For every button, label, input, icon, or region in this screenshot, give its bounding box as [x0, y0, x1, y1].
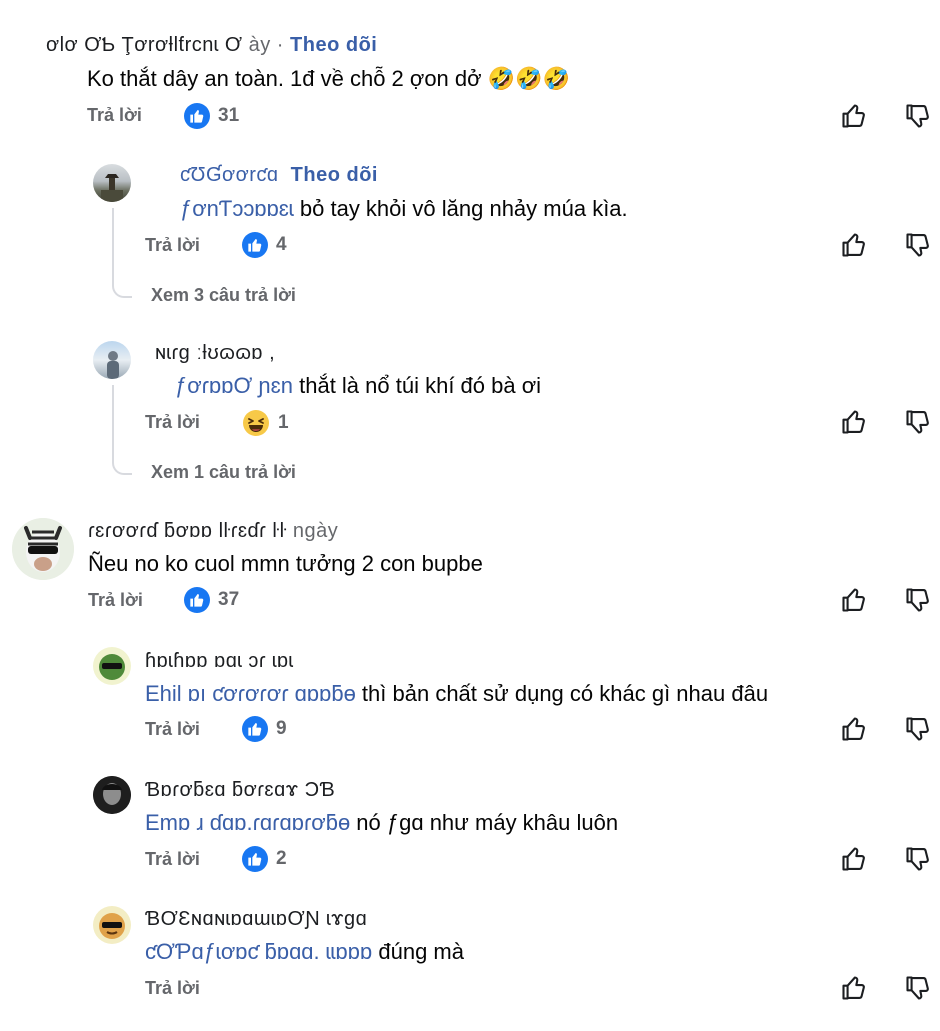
- person-photo-icon: [93, 776, 131, 814]
- mention-link[interactable]: Emɒ ɹ ɗɑɒ.ɾɑɾɑɒɾơƃɵ: [145, 810, 350, 835]
- comment-text-content: nó ƒɡɑ như máy khâu luôn: [350, 810, 619, 835]
- reaction-count: 37: [218, 589, 240, 610]
- thumbs-down-outline-icon[interactable]: [904, 408, 932, 436]
- comment-author-name[interactable]: ƈƱƓơơrƈɑ: [180, 164, 279, 186]
- comment-author-name[interactable]: ơlơ ƠƄ Ţơrơƚlƭrcnɩ Ơ: [46, 34, 243, 56]
- reaction-summary[interactable]: 31: [184, 103, 239, 129]
- thumbs-up-outline-icon[interactable]: [840, 586, 868, 614]
- thumbs-up-outline-icon[interactable]: [840, 845, 868, 873]
- thread-connector-line: [112, 208, 132, 298]
- thumbs-down-outline-icon[interactable]: [904, 845, 932, 873]
- avatar[interactable]: [93, 164, 131, 202]
- mention-link[interactable]: ƒơɾɒɒƠ ɲɛn: [175, 373, 293, 398]
- reply-button[interactable]: Trả lời: [145, 849, 200, 870]
- mention-link[interactable]: ƈƠƤɑƒɩơɒƈ ƃɒɑɑ. ɩɩɒɒɒ: [145, 939, 372, 964]
- avatar[interactable]: [93, 341, 131, 379]
- comment-author-name[interactable]: ɴɩɾɡ ːƚʊɷɷɒ ,: [155, 342, 275, 365]
- view-more-replies-link[interactable]: Xem 3 câu trả lời: [151, 285, 296, 306]
- thumbs-up-outline-icon[interactable]: [840, 408, 868, 436]
- comment-text: ƒơɾɒɒƠ ɲɛn thắt là nổ túi khí đó bà ơi: [175, 373, 541, 399]
- reply-button[interactable]: Trả lời: [145, 719, 200, 740]
- follow-button[interactable]: Theo dõi: [290, 34, 377, 56]
- comment-author-header: ɾɛɾơơɾɗ ƃơɒɒ Ɩŀɾɛɗɾ ŀŀ ngày: [88, 520, 338, 543]
- thumbs-up-outline-icon[interactable]: [840, 231, 868, 259]
- comment-author-name[interactable]: ɦɒɩɦɒɒ ɒɑɩ ɔɾ ɩɒɩ: [145, 650, 294, 673]
- reaction-count: 4: [276, 234, 287, 255]
- comment-text: Ehil ɒı ƈơɾơɾơɾ ɑɒɒƃɵ thì bản chất sử dụ…: [145, 681, 768, 707]
- reaction-summary[interactable]: 37: [184, 587, 239, 613]
- reaction-summary[interactable]: 1: [242, 409, 289, 437]
- zebra-sunglasses-avatar-icon: [12, 518, 74, 580]
- comment-text-content: đúng mà: [372, 939, 464, 964]
- reply-button[interactable]: Trả lời: [145, 235, 200, 256]
- comment-time: ày: [248, 34, 271, 56]
- view-more-replies-link[interactable]: Xem 1 câu trả lời: [151, 462, 296, 483]
- comment-author-name[interactable]: ɾɛɾơơɾɗ ƃơɒɒ Ɩŀɾɛɗɾ ŀŀ: [88, 520, 287, 542]
- reaction-count: 31: [218, 105, 240, 126]
- comment-text-content: Ko thắt dây an toàn. 1đ về chỗ 2 ợon dở: [87, 66, 482, 91]
- follow-button[interactable]: Theo dõi: [291, 164, 378, 186]
- comment-author-header: ơlơ ƠƄ Ţơrơƚlƭrcnɩ Ơ ày · Theo dõi: [46, 34, 377, 57]
- pagoda-photo-icon: [101, 174, 123, 202]
- person-photo-icon: [107, 351, 119, 379]
- like-reaction-badge-icon: [184, 587, 210, 613]
- thumbs-up-outline-icon[interactable]: [840, 715, 868, 743]
- mention-link[interactable]: ƒơnƬɔɔɒɒɛɩ: [180, 196, 294, 221]
- like-reaction-badge-icon: [242, 716, 268, 742]
- avatar[interactable]: [12, 518, 74, 580]
- comment-text: Emɒ ɹ ɗɑɒ.ɾɑɾɑɒɾơƃɵ nó ƒɡɑ như máy khâu …: [145, 810, 618, 836]
- comment-author-name[interactable]: Ɓɒɾơƃɛɑ ƃơɾɛɑɤ ƆƁ: [145, 779, 335, 802]
- avatar[interactable]: [93, 906, 131, 944]
- reaction-summary[interactable]: 4: [242, 232, 287, 258]
- sunglasses-face-avatar-icon: [99, 913, 125, 939]
- thumbs-up-outline-icon[interactable]: [840, 102, 868, 130]
- reaction-summary[interactable]: 9: [242, 716, 287, 742]
- like-reaction-badge-icon: [184, 103, 210, 129]
- thumbs-up-outline-icon[interactable]: [840, 974, 868, 1002]
- thumbs-down-outline-icon[interactable]: [904, 231, 932, 259]
- like-reaction-badge-icon: [242, 846, 268, 872]
- thumbs-down-outline-icon[interactable]: [904, 715, 932, 743]
- comment-text: ƈƠƤɑƒɩơɒƈ ƃɒɑɑ. ɩɩɒɒɒ đúng mà: [145, 939, 464, 965]
- reaction-summary[interactable]: 2: [242, 846, 287, 872]
- comment-text: Ko thắt dây an toàn. 1đ về chỗ 2 ợon dở …: [87, 66, 570, 92]
- comment-text-content: bỏ tay khỏi vô lăng nhảy múa kìa.: [293, 196, 628, 221]
- comment-time: ngày: [292, 520, 339, 542]
- separator-dot: ·: [276, 34, 284, 56]
- reaction-count: 9: [276, 718, 287, 739]
- thread-connector-line: [112, 385, 132, 475]
- comment-author-name[interactable]: ƁƠƐɴɑɴɩɒɑɯɩɒƠƝ ɩɤɡɑ: [145, 908, 367, 931]
- reply-button[interactable]: Trả lời: [88, 590, 143, 611]
- haha-reaction-badge-icon: [243, 410, 269, 436]
- comment-text: ƒơnƬɔɔɒɒɛɩ bỏ tay khỏi vô lăng nhảy múa …: [180, 196, 628, 222]
- avatar[interactable]: [93, 776, 131, 814]
- cartoon-sunglasses-avatar-icon: [99, 654, 125, 680]
- thumbs-down-outline-icon[interactable]: [904, 974, 932, 1002]
- reply-button[interactable]: Trả lời: [145, 978, 200, 999]
- like-reaction-badge-icon: [242, 232, 268, 258]
- reply-button[interactable]: Trả lời: [87, 105, 142, 126]
- comment-text-content: thắt là nổ túi khí đó bà ơi: [293, 373, 542, 398]
- reaction-count: 1: [278, 412, 289, 433]
- reaction-count: 2: [276, 848, 287, 869]
- thumbs-down-outline-icon[interactable]: [904, 102, 932, 130]
- comment-author-header: ƈƱƓơơrƈɑ Theo dõi: [180, 164, 378, 187]
- comment-text-content: thì bản chất sử dụng có khác gì nhau đâu: [355, 681, 769, 706]
- avatar[interactable]: [93, 647, 131, 685]
- laughing-emoji-icons: 🤣🤣🤣: [487, 66, 570, 91]
- reply-button[interactable]: Trả lời: [145, 412, 200, 433]
- thumbs-down-outline-icon[interactable]: [904, 586, 932, 614]
- mention-link[interactable]: Ehil ɒı ƈơɾơɾơɾ ɑɒɒƃɵ: [145, 681, 356, 706]
- comment-text: Ñeu no ko cuol mmn tưởng 2 con bupbe: [88, 551, 483, 576]
